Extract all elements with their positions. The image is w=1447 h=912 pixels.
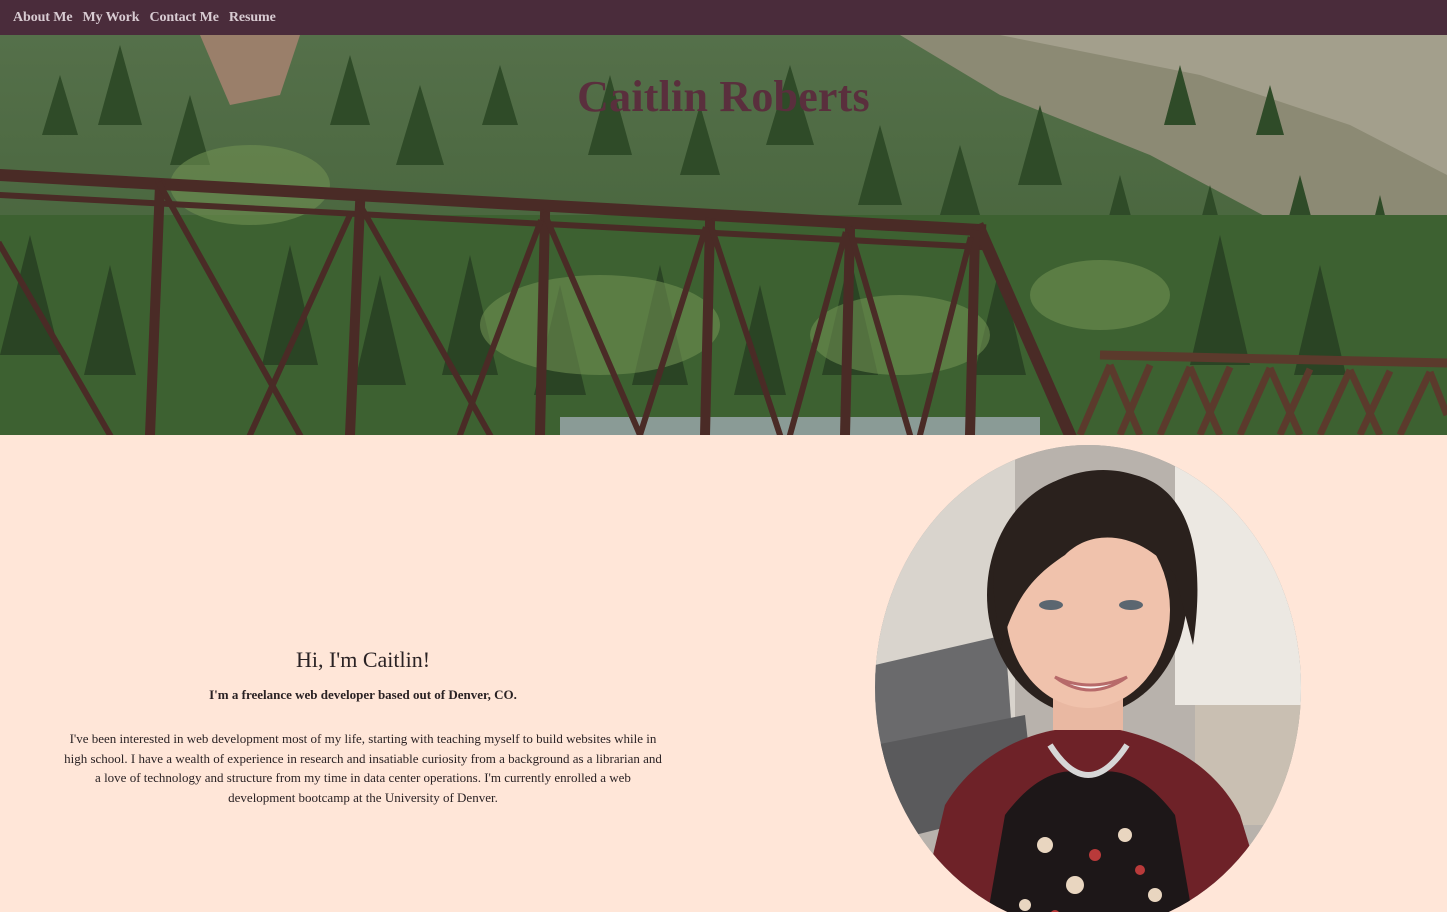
profile-photo bbox=[875, 445, 1301, 912]
about-section: Hi, I'm Caitlin! I'm a freelance web dev… bbox=[0, 435, 1447, 912]
greeting-heading: Hi, I'm Caitlin! bbox=[295, 647, 431, 672]
nav-link-resume[interactable]: Resume bbox=[229, 10, 276, 26]
nav-link-my-work[interactable]: My Work bbox=[82, 10, 139, 26]
nav-link-contact-me[interactable]: Contact Me bbox=[149, 10, 218, 26]
tagline: I'm a freelance web developer based out … bbox=[209, 687, 517, 702]
top-nav: About Me My Work Contact Me Resume bbox=[0, 0, 1447, 35]
profile-photo-image bbox=[875, 445, 1301, 912]
hero-banner: Caitlin Roberts bbox=[0, 35, 1447, 435]
site-title: Caitlin Roberts bbox=[577, 72, 870, 121]
nav-link-about-me[interactable]: About Me bbox=[13, 10, 73, 26]
intro-text-block: Hi, I'm Caitlin! I'm a freelance web dev… bbox=[58, 647, 668, 807]
bio-paragraph: I've been interested in web development … bbox=[64, 731, 662, 805]
